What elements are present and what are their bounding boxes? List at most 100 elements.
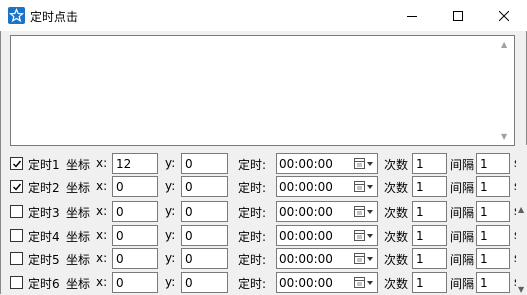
y-label: y: (165, 228, 176, 242)
time-picker[interactable]: 00:00:00 (276, 201, 378, 222)
time-picker[interactable]: 00:00:00 (276, 272, 378, 293)
coord-label: 坐标 (66, 253, 91, 267)
scroll-up-icon[interactable]: ▲ (501, 41, 507, 49)
x-coord-input[interactable]: 0 (112, 272, 158, 293)
timer-enable-checkbox[interactable] (10, 252, 23, 265)
close-icon (499, 10, 509, 21)
y-coord-input[interactable]: 0 (181, 153, 228, 174)
x-coord-input[interactable]: 12 (112, 153, 158, 174)
coord-label: 坐标 (66, 181, 91, 195)
x-coord-input[interactable]: 0 (112, 225, 158, 246)
minimize-button[interactable] (389, 0, 435, 31)
timer-name-label: 定时3 (28, 206, 60, 220)
interval-input[interactable]: 1 (476, 201, 510, 222)
timer-label: 定时: (238, 206, 267, 220)
x-label: x: (96, 204, 108, 218)
interval-label: 间隔 (450, 253, 475, 267)
coord-label: 坐标 (66, 230, 91, 244)
x-label: x: (96, 228, 108, 242)
scroll-up-icon[interactable]: ▲ (518, 205, 524, 214)
interval-input[interactable]: 1 (476, 225, 510, 246)
timer-label: 定时: (238, 277, 267, 291)
interval-label: 间隔 (450, 277, 475, 291)
close-button[interactable] (481, 0, 527, 31)
timer-name-label: 定时1 (28, 158, 60, 172)
timer-enable-checkbox[interactable] (10, 276, 23, 289)
timer-enable-checkbox[interactable] (10, 229, 23, 242)
timer-label: 定时: (238, 253, 267, 267)
count-input[interactable]: 1 (412, 153, 447, 174)
y-label: y: (165, 204, 176, 218)
calendar-dropdown-icon (354, 181, 373, 192)
log-scrollbar[interactable]: ▲ ▼ (497, 36, 514, 145)
x-label: x: (96, 179, 108, 193)
timer-row: 定时5坐标x:0y:0定时:00:00:00次数1间隔1s (0, 247, 527, 271)
y-coord-input[interactable]: 0 (181, 248, 228, 269)
form-scrollbar[interactable]: ▲ ▼ (516, 145, 527, 294)
timer-enable-checkbox[interactable] (10, 180, 23, 193)
y-label: y: (165, 275, 176, 289)
star-app-icon (8, 7, 25, 24)
coord-label: 坐标 (66, 158, 91, 172)
scroll-down-icon[interactable]: ▼ (518, 285, 524, 294)
interval-input[interactable]: 1 (476, 272, 510, 293)
time-picker[interactable]: 00:00:00 (276, 225, 378, 246)
time-value: 00:00:00 (279, 157, 333, 171)
x-coord-input[interactable]: 0 (112, 176, 158, 197)
count-input[interactable]: 1 (412, 248, 447, 269)
count-label: 次数 (384, 158, 409, 172)
timer-row: 定时2坐标x:0y:0定时:00:00:00次数1间隔1s (0, 175, 527, 199)
calendar-dropdown-icon (354, 230, 373, 241)
coord-label: 坐标 (66, 277, 91, 291)
y-coord-input[interactable]: 0 (181, 225, 228, 246)
timer-enable-checkbox[interactable] (10, 157, 23, 170)
timer-name-label: 定时5 (28, 253, 60, 267)
x-coord-input[interactable]: 0 (112, 248, 158, 269)
count-label: 次数 (384, 206, 409, 220)
calendar-dropdown-icon (354, 277, 373, 288)
maximize-button[interactable] (435, 0, 481, 31)
count-input[interactable]: 1 (412, 225, 447, 246)
coord-label: 坐标 (66, 206, 91, 220)
x-coord-input[interactable]: 0 (112, 201, 158, 222)
scroll-down-icon[interactable]: ▼ (501, 133, 507, 141)
count-label: 次数 (384, 277, 409, 291)
log-textarea[interactable]: ▲ ▼ (10, 35, 515, 146)
timer-enable-checkbox[interactable] (10, 205, 23, 218)
time-picker[interactable]: 00:00:00 (276, 153, 378, 174)
checkmark-icon (13, 160, 22, 168)
timer-label: 定时: (238, 181, 267, 195)
y-label: y: (165, 251, 176, 265)
calendar-dropdown-icon (354, 158, 373, 169)
count-input[interactable]: 1 (412, 201, 447, 222)
window-title: 定时点击 (30, 10, 79, 24)
interval-label: 间隔 (450, 230, 475, 244)
y-coord-input[interactable]: 0 (181, 201, 228, 222)
timer-row: 定时6坐标x:0y:0定时:00:00:00次数1间隔1s (0, 271, 527, 295)
x-label: x: (96, 275, 108, 289)
count-input[interactable]: 1 (412, 176, 447, 197)
timer-row: 定时4坐标x:0y:0定时:00:00:00次数1间隔1s (0, 224, 527, 248)
y-coord-input[interactable]: 0 (181, 272, 228, 293)
calendar-dropdown-icon (354, 206, 373, 217)
interval-input[interactable]: 1 (476, 248, 510, 269)
timer-row: 定时1坐标x:12y:0定时:00:00:00次数1间隔1s (0, 152, 527, 176)
time-picker[interactable]: 00:00:00 (276, 176, 378, 197)
count-input[interactable]: 1 (412, 272, 447, 293)
y-label: y: (165, 179, 176, 193)
count-label: 次数 (384, 230, 409, 244)
interval-input[interactable]: 1 (476, 153, 510, 174)
timer-name-label: 定时4 (28, 230, 60, 244)
count-label: 次数 (384, 253, 409, 267)
y-coord-input[interactable]: 0 (181, 176, 228, 197)
count-label: 次数 (384, 181, 409, 195)
time-picker[interactable]: 00:00:00 (276, 248, 378, 269)
time-value: 00:00:00 (279, 205, 333, 219)
title-bar[interactable]: 定时点击 (0, 0, 527, 31)
time-value: 00:00:00 (279, 276, 333, 290)
interval-label: 间隔 (450, 158, 475, 172)
interval-input[interactable]: 1 (476, 176, 510, 197)
maximize-icon (453, 10, 463, 21)
timer-row: 定时3坐标x:0y:0定时:00:00:00次数1间隔1s (0, 200, 527, 224)
interval-label: 间隔 (450, 181, 475, 195)
